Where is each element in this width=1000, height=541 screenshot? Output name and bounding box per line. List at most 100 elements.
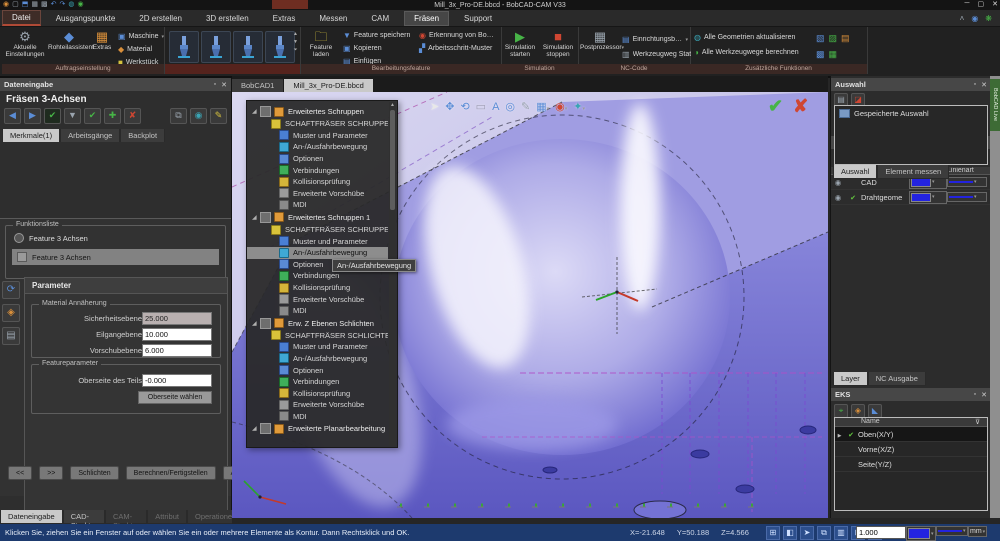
expand-icon[interactable] [252, 214, 260, 221]
eks-row[interactable]: Seite(Y/Z) [835, 457, 987, 472]
info-icon[interactable]: ◉ [971, 14, 978, 23]
visibility-icon[interactable]: ◉ [190, 108, 207, 124]
field-input[interactable] [142, 344, 212, 357]
arbeitsschritt-muster-button[interactable]: ▞ Arbeitsschritt-Muster [419, 44, 492, 53]
scroll-thumb[interactable] [390, 110, 395, 210]
group-check-icon[interactable] [260, 423, 271, 434]
cam-tree-row[interactable]: Erweitertes Schruppen 1 [247, 211, 388, 224]
copy-mode-icon[interactable]: ⧉ [817, 526, 831, 540]
render-mode-icon[interactable]: ◉▾ [555, 100, 567, 113]
settings-tab-icon[interactable]: ◈ [2, 304, 20, 322]
layer-linetype-dropdown[interactable]: ▾ [947, 192, 987, 202]
grid-snap-icon[interactable]: ⊞ [766, 526, 780, 540]
extra-tool-icon[interactable]: ▧ [816, 33, 825, 44]
saved-selection-item[interactable]: Gespeicherte Auswahl [835, 106, 987, 121]
collapse-ribbon-icon[interactable]: ˄ [960, 14, 965, 23]
save-all-icon[interactable]: ▩ [41, 0, 48, 10]
cam-tree-row[interactable]: Optionen [247, 364, 388, 376]
cam-tree-row[interactable]: SCHAFTFRÄSER SCHRUPPEN [247, 118, 388, 130]
filter-icon[interactable]: ⊽ [975, 418, 987, 426]
pick-top-button[interactable]: Oberseite wählen [138, 391, 212, 404]
einrichtungsblatt-button[interactable]: ▤ Einrichtungsblatt generieren▾ [622, 35, 688, 44]
tool-icon[interactable] [169, 31, 199, 63]
group-check-icon[interactable] [260, 212, 271, 223]
cam-tree-row[interactable]: Muster und Parameter [247, 341, 388, 353]
field-input[interactable] [142, 312, 212, 325]
cam-tree-row[interactable]: An-/Ausfahrbewegung [247, 141, 388, 153]
save-settings-button[interactable]: ▼ [64, 108, 81, 124]
dock-tab[interactable]: Dateneingabe [0, 510, 63, 524]
compute-button[interactable]: ✚ [104, 108, 121, 124]
select-cursor-icon[interactable]: ➤ [430, 100, 439, 113]
extras-button[interactable]: ▦ Extras [88, 29, 116, 51]
material-button[interactable]: ◆ Material [118, 45, 152, 54]
minimize-button[interactable]: ─ [965, 0, 970, 8]
footer-button[interactable]: Berechnen/Fertigstellen [126, 466, 216, 480]
ribbon-tab[interactable]: Extras [264, 12, 305, 25]
extra-tool-icon[interactable]: ▤ [841, 33, 850, 44]
cam-tree-row[interactable]: Kollisionsprüfung [247, 387, 388, 399]
expand-icon[interactable] [252, 425, 260, 432]
help-icon[interactable]: ◉ [77, 0, 83, 10]
pin-icon[interactable]: ▫ [214, 81, 216, 89]
document-tab[interactable]: BobCAD1 [232, 79, 283, 92]
open-file-icon[interactable]: ⬒ [22, 0, 29, 10]
eye-icon[interactable]: ◉ [831, 193, 845, 202]
extra-tool-icon[interactable]: ▦ [829, 49, 838, 60]
line-width-input[interactable] [856, 526, 906, 539]
cam-tree-row[interactable]: An-/Ausfahrbewegung [247, 247, 388, 259]
active-check-icon[interactable] [845, 193, 861, 202]
eks-panel-titlebar[interactable]: EKS ▫✕ [831, 388, 991, 401]
top-of-part-input[interactable] [142, 374, 212, 387]
selection-tab[interactable]: Element messen [877, 165, 949, 179]
werkzeugweg-statistik-button[interactable]: ▥ Werkzeugweg Statistik [622, 50, 691, 59]
ribbon-tab[interactable]: CAM [362, 12, 398, 25]
cam-tree-row[interactable]: Muster und Parameter [247, 235, 388, 247]
web-icon[interactable]: ◍ [68, 0, 74, 10]
viewport-canvas[interactable]: ➤ ✥ ⟲ ▭ A ◎ ✎ ▦▾ ◉▾ ✦▾ ✔ ✘ [232, 92, 828, 518]
ok-check-icon[interactable]: ✔ [768, 96, 783, 117]
cam-tree-row[interactable]: Erweiterte Planarbearbeitung [247, 422, 388, 435]
snapshot-icon[interactable]: ⧉ [170, 108, 187, 124]
cam-tree-row[interactable]: Erweiterte Vorschübe [247, 293, 388, 305]
close-icon[interactable]: ✕ [221, 81, 227, 89]
feature-laden-button[interactable]: 🗀 Feature laden [303, 29, 339, 59]
eks-row[interactable]: Vorne(X/Z) [835, 442, 987, 457]
field-input[interactable] [142, 328, 212, 341]
document-tab[interactable]: Mill_3x_Pro-DE.bbcd [284, 79, 372, 92]
data-entry-tab[interactable]: Merkmale(1) [2, 129, 60, 142]
tool-icon[interactable] [265, 31, 295, 63]
current-color-dropdown[interactable]: ▾ [906, 526, 936, 541]
cam-tree-row[interactable]: MDI [247, 411, 388, 423]
eks-row[interactable]: Oben(X/Y) [835, 427, 987, 442]
dock-tab[interactable]: Attribut [147, 510, 187, 524]
cancel-x-icon[interactable]: ✘ [793, 96, 808, 117]
cam-tree-row[interactable]: Erweitertes Schruppen [247, 105, 388, 118]
cam-tree-row[interactable]: SCHAFTFRÄSER SCHRUPPEN [247, 224, 388, 236]
ribbon-tab[interactable]: Datei [2, 10, 41, 26]
ribbon-tab[interactable]: 3D erstellen [197, 12, 258, 25]
cam-tree-row[interactable]: Verbindungen [247, 164, 388, 176]
feature-radio-row[interactable]: Feature 3 Achsen [6, 226, 225, 245]
cam-tree-row[interactable]: An-/Ausfahrbewegung [247, 353, 388, 365]
selection-tab[interactable]: Auswahl [833, 165, 877, 179]
approach-tab-icon[interactable]: ⟳ [2, 281, 20, 299]
alle-geometrien-aktualisieren-button[interactable]: ◍ Alle Geometrien aktualisieren [694, 33, 795, 42]
cam-tree-row[interactable]: Optionen [247, 153, 388, 165]
app-logo-icon[interactable]: ◉ [3, 0, 9, 10]
orbit-icon[interactable]: ⟲ [460, 100, 469, 113]
maximize-button[interactable]: ▢ [978, 0, 985, 8]
pin-icon[interactable]: ▫ [974, 81, 976, 89]
gallery-up-icon[interactable]: ▲ [292, 31, 299, 37]
eco-help-icon[interactable]: ❋ [985, 14, 992, 23]
feature-list-selected-item[interactable]: Feature 3 Achsen [12, 249, 219, 265]
view-cube-icon[interactable]: ▦▾ [536, 100, 549, 113]
prev-page-button[interactable]: ◀ [4, 108, 21, 124]
cam-tree-row[interactable]: SCHAFTFRÄSER SCHLICHTEN [247, 330, 388, 342]
cam-tree-row[interactable]: Kollisionsprüfung [247, 176, 388, 188]
footer-button[interactable]: >> [39, 466, 63, 480]
dock-tab[interactable]: CAM-Struktur [105, 510, 147, 524]
saved-selection-tree[interactable]: Gespeicherte Auswahl [834, 105, 988, 165]
extra-tool-icon[interactable]: ▩ [816, 49, 825, 60]
unit-dropdown[interactable]: mm▾ [968, 526, 987, 537]
